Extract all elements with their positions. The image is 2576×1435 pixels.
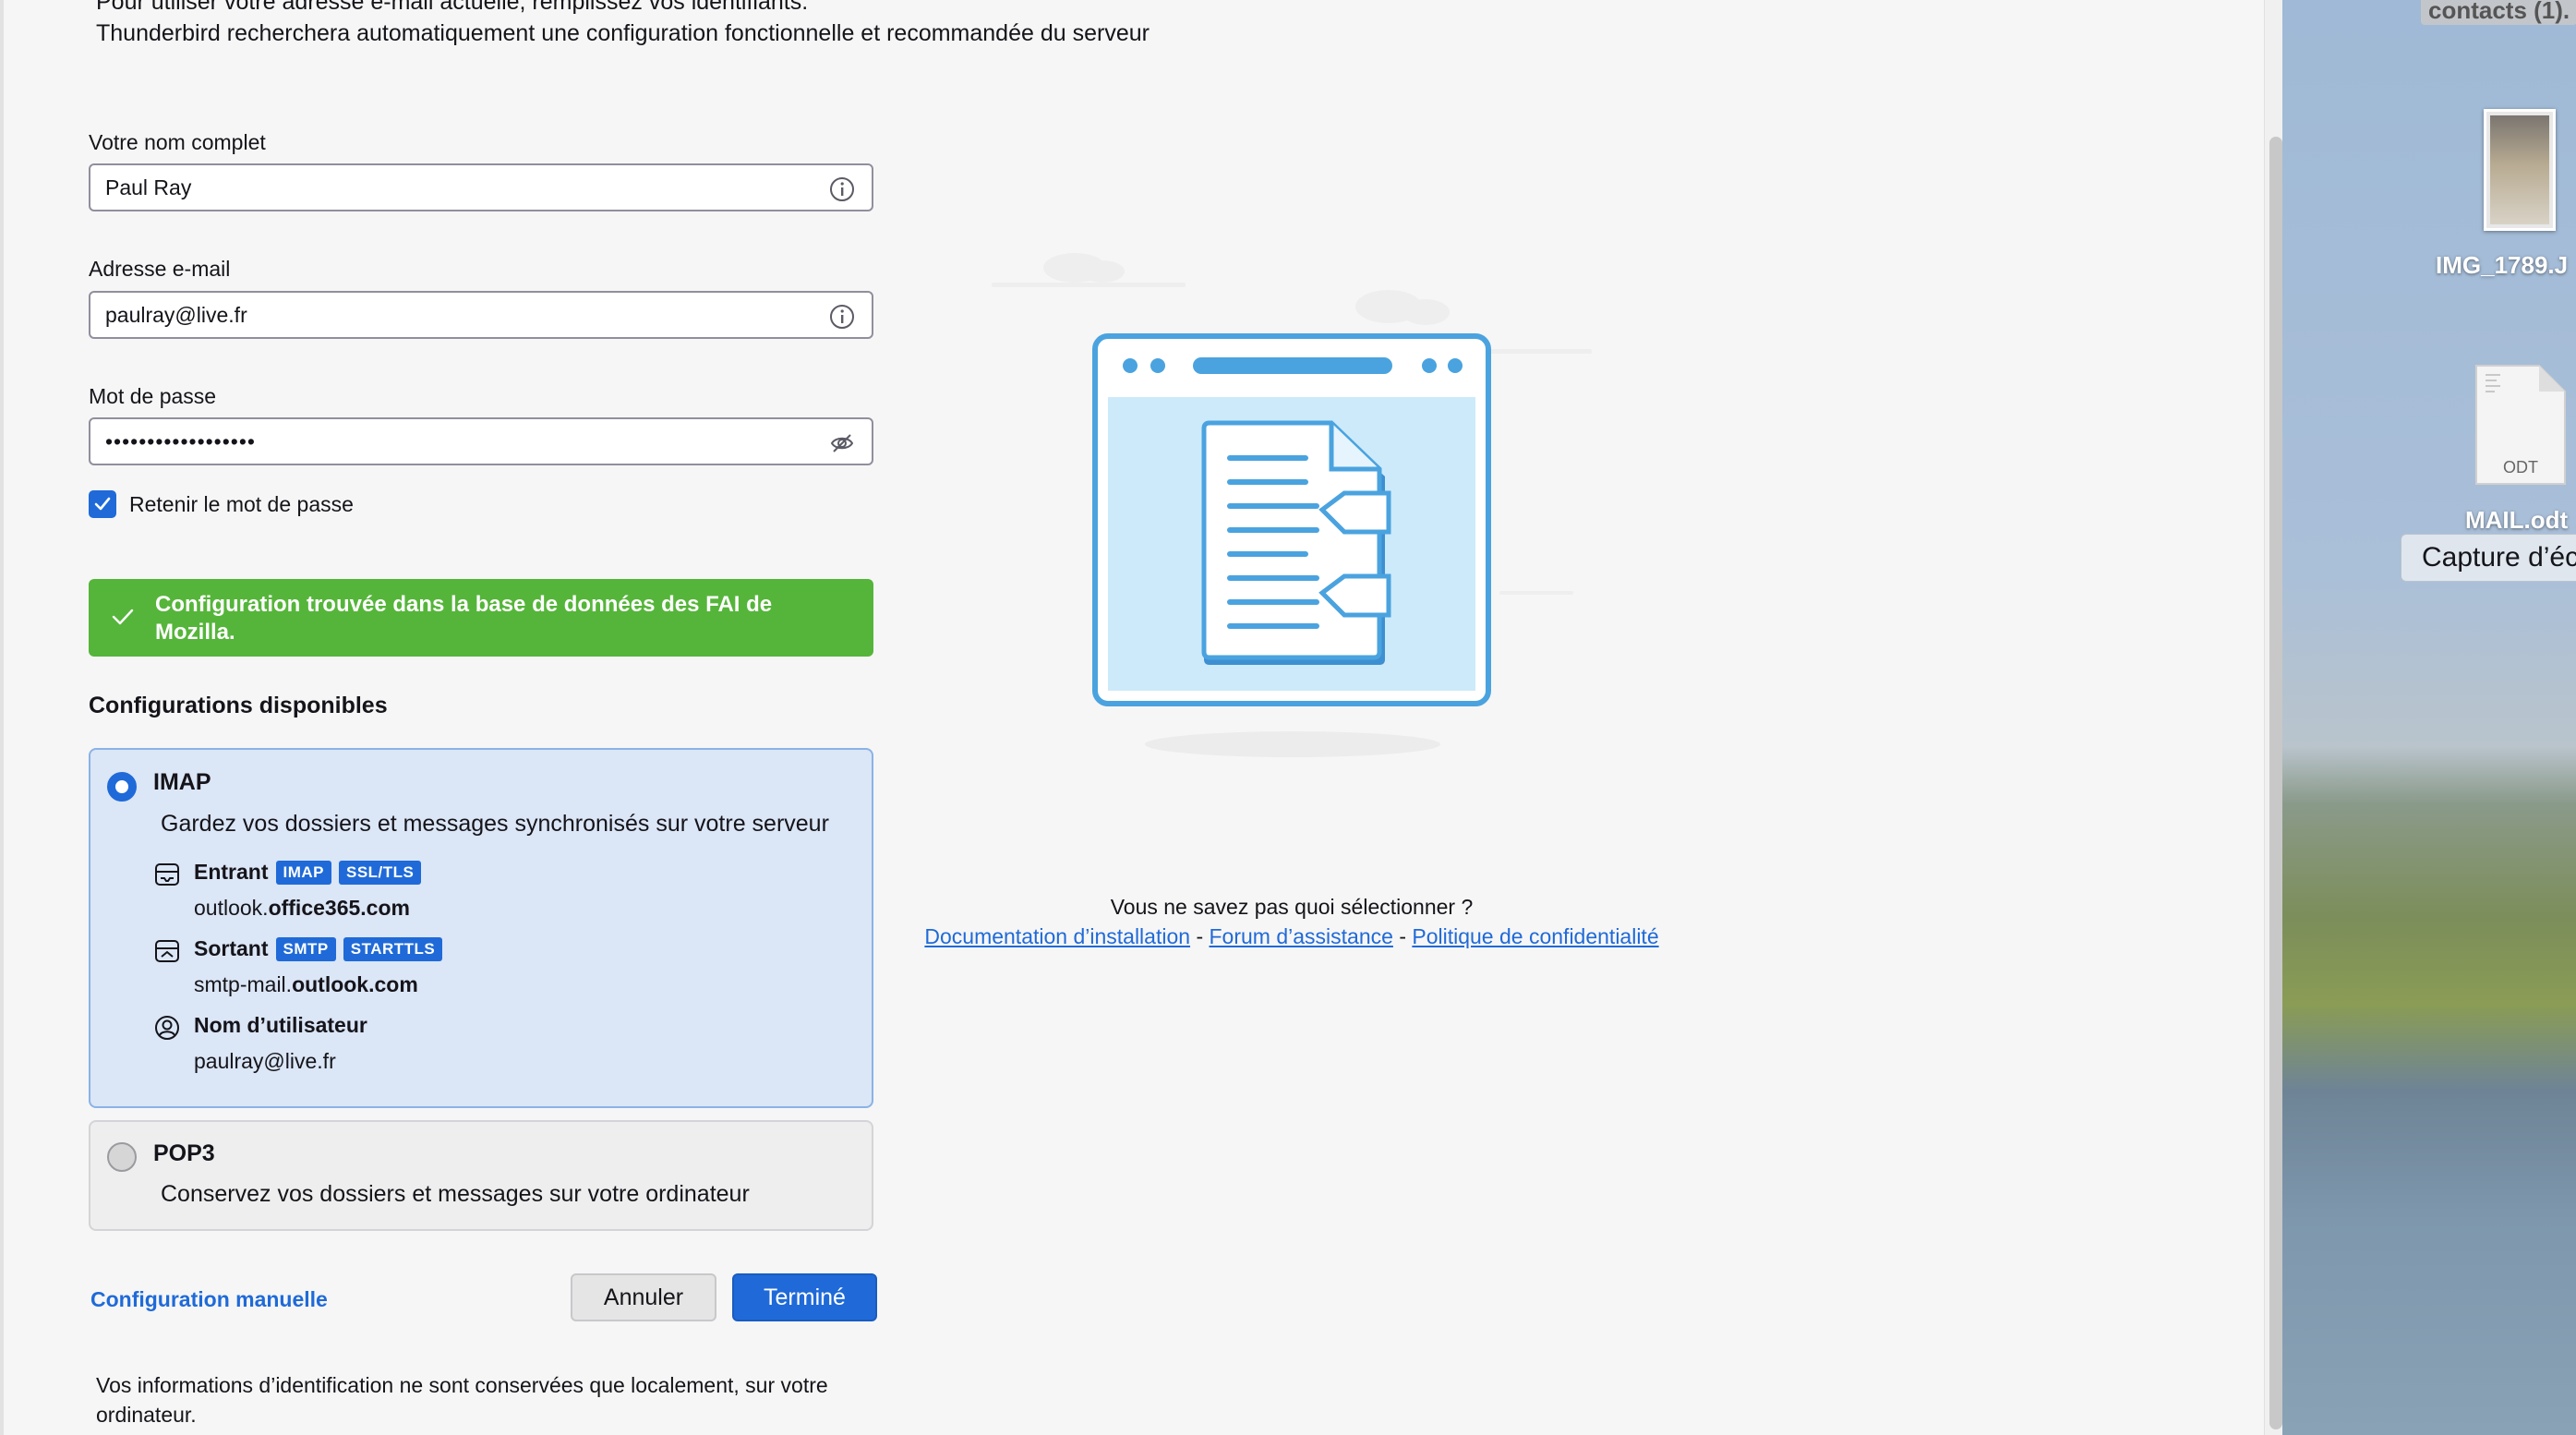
help-question: Vous ne savez pas quoi sélectionner ? (1110, 895, 1474, 919)
scrollbar[interactable] (2264, 0, 2282, 1435)
outgoing-label: Sortant (194, 936, 269, 960)
incoming-row: Entrant IMAP SSL/TLS (194, 860, 422, 885)
support-forum-link[interactable]: Forum d’assistance (1210, 924, 1393, 948)
password-field[interactable] (89, 417, 873, 465)
outgoing-protocol-tag: SMTP (275, 936, 336, 961)
pop3-name: POP3 (153, 1140, 215, 1166)
configs-title: Configurations disponibles (89, 693, 388, 718)
info-icon[interactable] (829, 304, 855, 330)
cancel-button[interactable]: Annuler (571, 1273, 716, 1321)
pop3-option[interactable]: POP3 Conservez vos dossiers et messages … (89, 1120, 873, 1231)
username-label: Nom d’utilisateur (194, 1013, 367, 1037)
info-icon[interactable] (829, 176, 855, 202)
imap-option[interactable]: IMAP Gardez vos dossiers et messages syn… (89, 748, 873, 1108)
link-separator: - (1196, 924, 1204, 948)
check-icon (94, 497, 111, 511)
pop3-description: Conservez vos dossiers et messages sur v… (161, 1181, 750, 1207)
incoming-host: outlook.office365.com (194, 896, 410, 920)
user-icon (155, 1016, 179, 1040)
image-file-icon[interactable] (2484, 109, 2556, 231)
remember-password-checkbox[interactable] (89, 490, 116, 518)
desktop-file-contacts[interactable]: contacts (1). (2421, 0, 2576, 25)
outgoing-security-tag: STARTTLS (343, 936, 443, 961)
intro-line-2: Thunderbird recherchera automatiquement … (96, 20, 1150, 46)
screenshot-tooltip: Capture d’éc (2401, 534, 2576, 582)
setup-docs-link[interactable]: Documentation d’installation (924, 924, 1190, 948)
desktop: contacts (1). IMG_1789.J ODT MAIL.odt Ca… (2282, 0, 2576, 1435)
scrollbar-thumb[interactable] (2269, 137, 2282, 1429)
done-button[interactable]: Terminé (732, 1273, 877, 1321)
manual-config-button[interactable]: Configuration manuelle (90, 1287, 328, 1312)
outgoing-host: smtp-mail.outlook.com (194, 972, 418, 996)
intro-line-1: Pour utiliser votre adresse e-mail actue… (96, 0, 809, 15)
email-input[interactable] (105, 293, 807, 337)
pop3-radio[interactable] (107, 1142, 137, 1172)
password-label: Mot de passe (89, 384, 217, 408)
odt-badge: ODT (2503, 458, 2538, 476)
remember-password-row[interactable]: Retenir le mot de passe (89, 489, 354, 519)
incoming-server-icon (155, 863, 179, 886)
odt-document-icon[interactable]: ODT (2473, 362, 2569, 488)
incoming-protocol-tag: IMAP (275, 860, 331, 885)
full-name-field[interactable] (89, 163, 873, 211)
email-field[interactable] (89, 291, 873, 339)
full-name-label: Votre nom complet (89, 130, 266, 154)
eye-slash-icon[interactable] (829, 430, 855, 456)
imap-name: IMAP (153, 769, 211, 795)
credentials-footnote: Vos informations d’identification ne son… (96, 1373, 828, 1427)
help-links: Documentation d’installation - Forum d’a… (918, 924, 1666, 949)
incoming-security-tag: SSL/TLS (339, 860, 422, 885)
odt-file-label[interactable]: MAIL.odt (2465, 506, 2568, 535)
outgoing-server-icon (155, 940, 179, 962)
checkmark-icon (112, 609, 134, 625)
remember-password-label: Retenir le mot de passe (129, 491, 354, 516)
imap-description: Gardez vos dossiers et messages synchron… (161, 811, 829, 837)
image-file-label[interactable]: IMG_1789.J (2436, 251, 2568, 280)
incoming-label: Entrant (194, 860, 269, 884)
email-label: Adresse e-mail (89, 257, 231, 281)
outgoing-row: Sortant SMTP STARTTLS (194, 936, 443, 961)
link-separator: - (1399, 924, 1406, 948)
account-setup-window: Pour utiliser votre adresse e-mail actue… (0, 0, 2282, 1435)
config-found-notice: Configuration trouvée dans la base de do… (89, 579, 873, 657)
setup-illustration (992, 253, 1592, 757)
privacy-policy-link[interactable]: Politique de confidentialité (1412, 924, 1658, 948)
full-name-input[interactable] (105, 165, 807, 210)
username-value: paulray@live.fr (194, 1049, 336, 1073)
password-input[interactable] (105, 419, 807, 464)
config-found-text: Configuration trouvée dans la base de do… (155, 592, 773, 645)
imap-radio[interactable] (107, 772, 137, 802)
